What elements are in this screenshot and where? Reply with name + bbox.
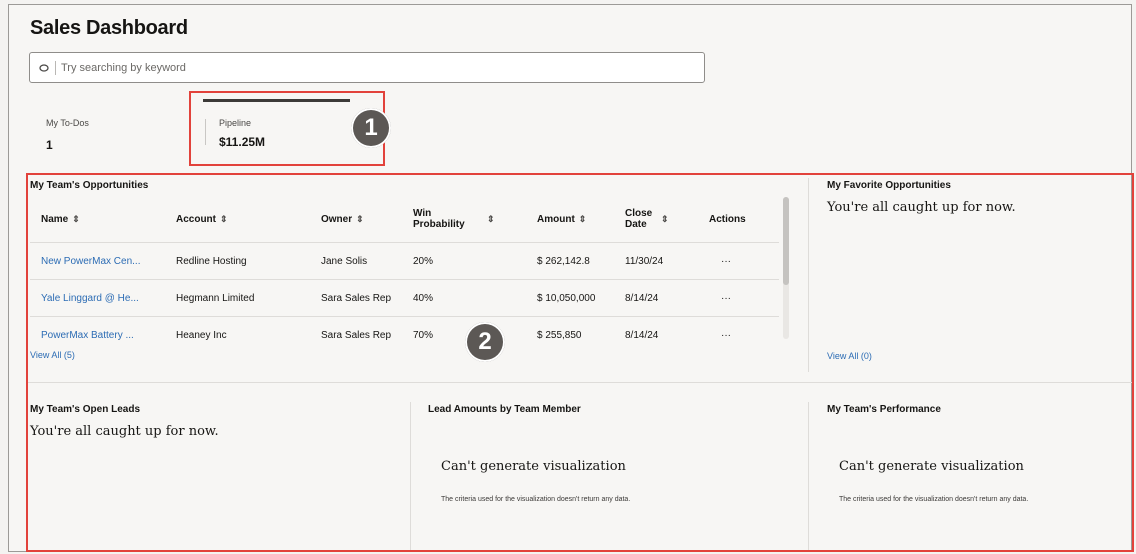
callout-badge-2: 2	[465, 322, 505, 362]
search-separator	[55, 60, 56, 75]
callout-badge-1: 1	[351, 108, 391, 148]
kpi-todos-label: My To-Dos	[46, 118, 89, 128]
search-icon	[38, 62, 50, 74]
search-input[interactable]	[61, 61, 661, 74]
kpi-todos-value: 1	[46, 138, 53, 152]
highlight-box-2	[26, 173, 1134, 552]
search-bar[interactable]	[29, 52, 705, 83]
page-title: Sales Dashboard	[30, 17, 188, 39]
kpi-my-todos[interactable]: My To-Dos 1	[46, 118, 89, 152]
